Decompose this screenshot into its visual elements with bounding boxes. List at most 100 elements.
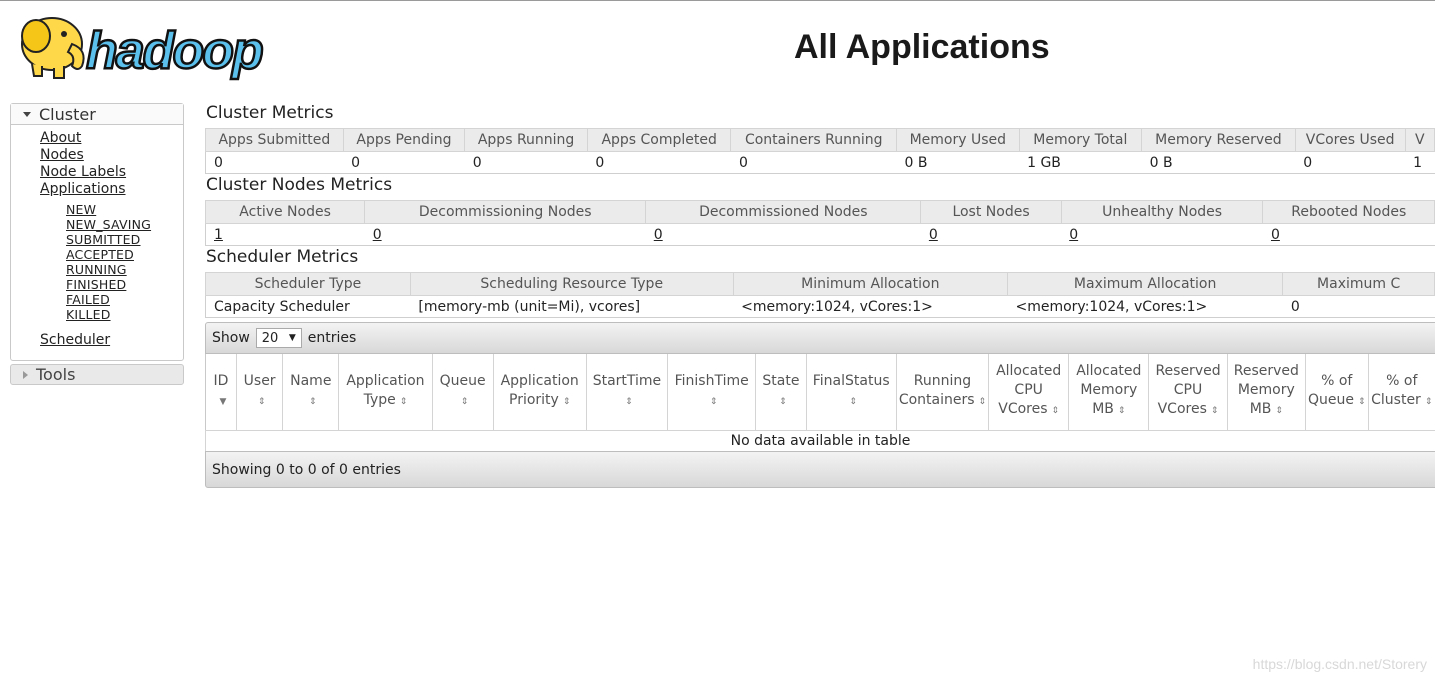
column-header: Rebooted Nodes: [1262, 200, 1435, 224]
column-header-label: MB: [1092, 401, 1114, 418]
column-header-label: Memory: [1237, 382, 1295, 399]
column-header-label: MB: [1249, 401, 1272, 418]
column-header-sortable[interactable]: Reserved CPU VCores ⇕: [1148, 354, 1228, 431]
metric-value: <memory:1024, vCores:1>: [733, 295, 1008, 318]
column-header-sortable[interactable]: FinishTime ⇕: [667, 354, 756, 431]
column-header: Apps Submitted: [205, 128, 344, 152]
triangle-down-icon: [23, 111, 31, 117]
elephant-icon: [21, 17, 85, 79]
sort-both-icon: ⇕: [625, 396, 633, 407]
sort-desc-icon: ▼: [219, 396, 227, 407]
column-header-label: Type: [363, 391, 396, 408]
column-header-sortable[interactable]: ID ▼: [204, 354, 237, 431]
sort-both-icon: ⇕: [460, 396, 469, 407]
column-header-sortable[interactable]: Application Type ⇕: [338, 354, 432, 431]
unhealthy-nodes-link[interactable]: 0: [1069, 227, 1078, 243]
column-header-label: Containers: [898, 391, 975, 408]
nav-link-state-accepted[interactable]: ACCEPTED: [66, 247, 134, 262]
metric-value: 0: [464, 151, 588, 174]
nav-link-state-killed[interactable]: KILLED: [66, 307, 111, 322]
column-header-label: Allocated: [1076, 363, 1142, 380]
nav-link-scheduler[interactable]: Scheduler: [40, 332, 110, 348]
column-header-sortable[interactable]: Allocated CPU VCores ⇕: [988, 354, 1069, 431]
nav-link-state-finished[interactable]: FINISHED: [66, 277, 126, 292]
sort-both-icon: ⇕: [1275, 406, 1283, 417]
column-header-sortable[interactable]: % of Cluster ⇕: [1367, 354, 1435, 431]
column-header-label: Name: [290, 372, 332, 389]
sort-both-icon: ⇕: [309, 396, 317, 407]
nav-link-state-new[interactable]: NEW: [66, 202, 96, 217]
column-header-sortable[interactable]: Running Containers ⇕: [895, 354, 989, 431]
column-header-sortable[interactable]: Allocated Memory MB ⇕: [1068, 354, 1149, 431]
column-header: Apps Completed: [586, 128, 732, 152]
decommissioned-nodes-link[interactable]: 0: [654, 227, 663, 243]
column-header-sortable[interactable]: FinalStatus ⇕: [805, 354, 897, 431]
column-header-label: VCores: [1157, 401, 1207, 418]
nav-cluster-label: Cluster: [39, 104, 96, 124]
metric-value: Capacity Scheduler: [205, 295, 411, 318]
column-header-sortable[interactable]: Queue ⇕: [431, 354, 494, 431]
show-label: Show: [212, 330, 250, 346]
nodes-metrics-header-row: Active Nodes Decommissioning Nodes Decom…: [204, 200, 1435, 224]
nav-link-state-running[interactable]: RUNNING: [66, 262, 127, 277]
column-header-label: Priority: [509, 391, 559, 408]
decommissioning-nodes-link[interactable]: 0: [373, 227, 382, 243]
column-header-label: VCores: [998, 401, 1048, 418]
column-header-label: Memory: [1080, 382, 1138, 399]
lost-nodes-link[interactable]: 0: [929, 227, 938, 243]
scheduler-metrics-title: Scheduler Metrics: [206, 247, 359, 267]
metric-value: 0: [205, 151, 344, 174]
column-header-label: Queue: [1307, 391, 1354, 408]
metric-value: 1 GB: [1019, 151, 1142, 174]
nav-tools-header[interactable]: Tools: [10, 364, 184, 385]
nodes-metrics-title: Cluster Nodes Metrics: [206, 175, 393, 195]
nav-link-applications[interactable]: Applications: [40, 181, 126, 197]
column-header: Apps Pending: [342, 128, 466, 152]
column-header-sortable[interactable]: Application Priority ⇕: [492, 354, 587, 431]
nav-link-state-submitted[interactable]: SUBMITTED: [66, 232, 141, 247]
nodes-metrics-table: Active Nodes Decommissioning Nodes Decom…: [204, 200, 1435, 246]
active-nodes-link[interactable]: 1: [214, 227, 223, 243]
sort-both-icon: ⇕: [1051, 406, 1060, 417]
column-header-sortable[interactable]: State ⇕: [755, 354, 807, 431]
datatable-toolbar: Show 20 ▼ entries: [205, 322, 1435, 354]
column-header-label: State: [762, 372, 800, 389]
metric-value: [memory-mb (unit=Mi), vcores]: [410, 295, 734, 318]
column-header: Minimum Allocation: [732, 272, 1008, 296]
nav-tools-label: Tools: [36, 365, 76, 384]
empty-row: No data available in table: [205, 430, 1435, 452]
nav-link-state-failed[interactable]: FAILED: [66, 292, 110, 307]
page-size-select[interactable]: 20 ▼: [255, 328, 302, 348]
nav-link-state-new-saving[interactable]: NEW_SAVING: [66, 217, 151, 232]
applications-table: ID ▼ User ⇕ Name ⇕ Application Type ⇕ Queue ⇕ Appli…: [204, 354, 1435, 452]
nav-cluster-header[interactable]: Cluster: [11, 104, 183, 125]
entries-label: entries: [307, 330, 357, 346]
watermark: https://blog.csdn.net/Storery: [1252, 656, 1427, 672]
column-header-sortable[interactable]: StartTime ⇕: [585, 354, 668, 431]
nav-link-nodes[interactable]: Nodes: [40, 147, 84, 163]
column-header-label: Cluster: [1371, 391, 1421, 408]
cluster-metrics-value-row: 0 0 0 0 0 0 B 1 GB 0 B 0 1: [205, 151, 1435, 174]
column-header-sortable[interactable]: Name ⇕: [282, 354, 339, 431]
nav-link-node-labels[interactable]: Node Labels: [40, 164, 126, 180]
scheduler-metrics-value-row: Capacity Scheduler [memory-mb (unit=Mi),…: [205, 295, 1435, 318]
column-header-label: Reserved: [1233, 363, 1299, 380]
column-header-label: Running: [913, 372, 972, 389]
metric-value: 0 B: [896, 151, 1020, 174]
column-header: Scheduler Type: [205, 272, 411, 296]
logo-text: hadoop: [86, 22, 263, 80]
column-header-sortable[interactable]: User ⇕: [236, 354, 283, 431]
column-header-label: % of: [1386, 372, 1418, 389]
column-header-sortable[interactable]: Reserved Memory MB ⇕: [1226, 354, 1306, 431]
column-header-sortable[interactable]: % of Queue ⇕: [1304, 354, 1369, 431]
column-header-label: % of: [1321, 372, 1353, 389]
column-header: Maximum C: [1282, 272, 1435, 296]
datatable-footer: Showing 0 to 0 of 0 entries: [205, 451, 1435, 488]
column-header-label: FinalStatus: [812, 372, 890, 389]
metric-value: 0: [1282, 295, 1435, 318]
sort-both-icon: ⇕: [1357, 396, 1366, 407]
column-header-label: CPU: [1173, 382, 1203, 399]
nav-link-about[interactable]: About: [40, 130, 81, 146]
rebooted-nodes-link[interactable]: 0: [1271, 227, 1280, 243]
column-header-label: Allocated: [996, 363, 1062, 380]
